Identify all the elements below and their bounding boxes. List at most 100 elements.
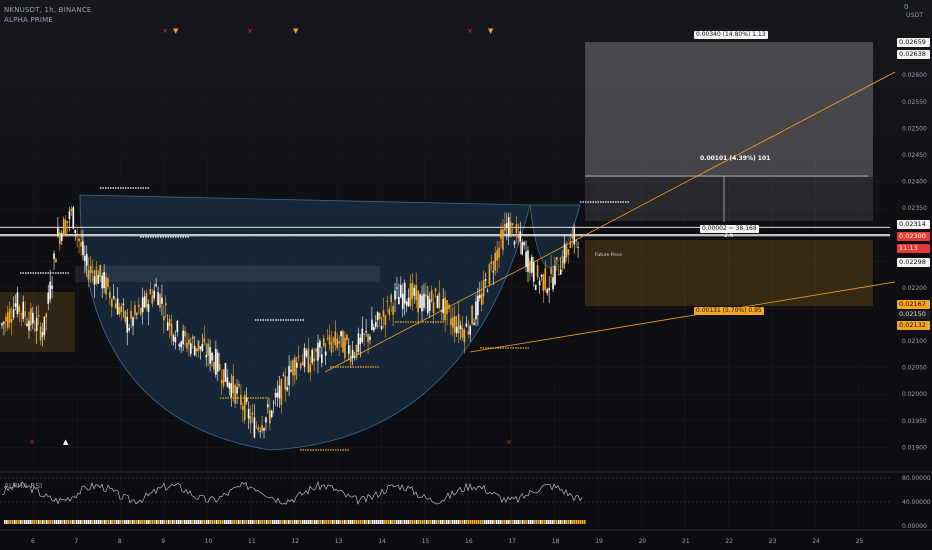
signal-cell: [562, 520, 564, 524]
candle-body: [197, 340, 200, 352]
date-tick: 15: [422, 538, 430, 545]
candle-body: [82, 241, 84, 255]
date-tick: 13: [335, 538, 343, 545]
candle-body: [166, 322, 169, 331]
candle-body: [97, 274, 100, 284]
date-tick: 23: [769, 538, 777, 545]
candle-body: [78, 238, 80, 242]
signal-cell: [458, 520, 460, 524]
candle-body: [41, 331, 44, 337]
signal-cell: [390, 520, 392, 524]
candle-body: [224, 363, 227, 382]
candle-body: [376, 312, 379, 321]
signal-cell: [456, 520, 458, 524]
signal-cell: [312, 520, 314, 524]
candle-body: [434, 288, 437, 292]
candle-body: [272, 402, 275, 404]
signal-cell: [212, 520, 214, 524]
signal-cell: [546, 520, 548, 524]
signal-cell: [152, 520, 154, 524]
signal-cell: [274, 520, 276, 524]
signal-cell: [138, 520, 140, 524]
signal-cell: [86, 520, 88, 524]
signal-cell: [42, 520, 44, 524]
signal-cell: [420, 520, 422, 524]
candle-body: [554, 265, 556, 285]
signal-cell: [202, 520, 204, 524]
signal-cell: [128, 520, 130, 524]
candle-body: [35, 317, 38, 331]
candle-body: [546, 289, 549, 294]
price-chart[interactable]: 0.02600 0.02550 0.02500 0.02450 0.02400 0.023…: [0, 0, 932, 550]
candle-body: [305, 350, 308, 357]
candle-body: [371, 319, 373, 331]
candle-body: [134, 305, 136, 315]
candle-body: [16, 292, 19, 315]
candle-body: [120, 305, 123, 313]
signal-cell: [52, 520, 54, 524]
candle-body: [282, 375, 285, 377]
future-price-label: Future Price: [595, 253, 622, 258]
candle-body: [191, 336, 194, 339]
signal-cell: [360, 520, 362, 524]
candle-body: [482, 279, 485, 297]
candle-body: [446, 300, 448, 314]
signal-cell: [78, 520, 80, 524]
candle-body: [455, 326, 458, 334]
candle-body: [143, 296, 146, 308]
candle-body: [116, 298, 119, 315]
candle-body: [367, 334, 369, 343]
signal-cell: [200, 520, 202, 524]
candle-body: [55, 258, 57, 263]
candle-body: [569, 240, 572, 249]
candle-body: [527, 250, 529, 272]
signal-cell: [576, 520, 578, 524]
candle-body: [507, 217, 510, 237]
price-tag: 0.02167: [897, 300, 930, 309]
candle-body: [182, 330, 184, 345]
signal-cell: [582, 520, 584, 524]
candle-body: [301, 361, 304, 366]
candle-body: [465, 323, 468, 327]
candle-body: [317, 343, 319, 361]
candle-body: [290, 369, 292, 372]
signal-cell: [326, 520, 328, 524]
signal-cell: [56, 520, 58, 524]
candle-body: [243, 394, 246, 421]
candle-body: [426, 295, 429, 314]
signal-cell: [346, 520, 348, 524]
chart-window: 0.02600 0.02550 0.02500 0.02450 0.02400 0.023…: [0, 0, 932, 550]
candle-body: [400, 285, 402, 298]
candle-body: [392, 306, 394, 315]
candle-body: [344, 337, 346, 359]
signal-cell: [482, 520, 484, 524]
candle-body: [461, 327, 464, 338]
signal-cell: [276, 520, 278, 524]
candle-body: [59, 232, 61, 245]
signal-cell: [142, 520, 144, 524]
signal-cell: [262, 520, 264, 524]
signal-cell: [194, 520, 196, 524]
candle-body: [111, 299, 113, 308]
signal-cell: [222, 520, 224, 524]
candle-body: [363, 333, 366, 335]
signal-cell: [306, 520, 308, 524]
signal-cell: [358, 520, 360, 524]
signal-cell: [242, 520, 244, 524]
signal-cell: [28, 520, 30, 524]
signal-cell: [90, 520, 92, 524]
candle-body: [373, 327, 375, 331]
candle-body: [413, 287, 416, 296]
date-tick: 22: [725, 538, 733, 545]
signal-cell: [432, 520, 434, 524]
candle-body: [222, 369, 225, 387]
signal-cell: [284, 520, 286, 524]
signal-cell: [186, 520, 188, 524]
signal-cell: [264, 520, 266, 524]
signal-cell: [130, 520, 132, 524]
signal-x-marker: ×: [162, 27, 168, 35]
price-tick: 0.02550: [902, 99, 927, 106]
candle-body: [10, 319, 13, 323]
signal-cell: [408, 520, 410, 524]
candle-body: [211, 352, 213, 361]
